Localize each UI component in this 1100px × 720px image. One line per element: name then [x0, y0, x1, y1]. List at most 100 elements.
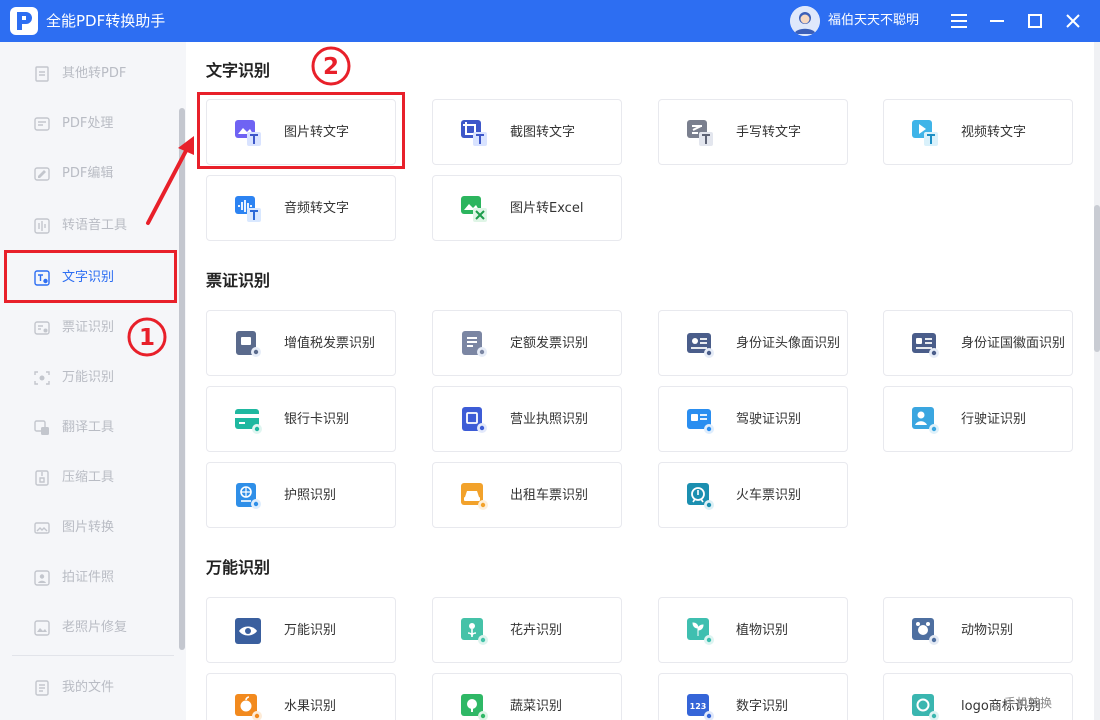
card-label: 营业执照识别	[510, 412, 589, 427]
bank-card-card[interactable]: 银行卡识别	[206, 386, 396, 452]
translate-icon	[34, 420, 50, 436]
id-card-front-card[interactable]: 身份证头像面识别	[658, 310, 848, 376]
card-label: 出租车票识别	[510, 488, 589, 503]
my-files-icon	[34, 680, 50, 696]
vegetable-ocr-card[interactable]: 蔬菜识别	[432, 673, 622, 720]
video-to-text-card[interactable]: 视频转文字	[883, 99, 1073, 165]
app-logo-icon	[10, 7, 38, 35]
handwriting-to-text-card[interactable]: 手写转文字	[658, 99, 848, 165]
sidebar-item-my-files[interactable]: 我的文件	[12, 668, 174, 708]
svg-text:123: 123	[690, 702, 707, 711]
vegetable-icon	[459, 692, 489, 720]
svg-text:2: 2	[323, 54, 339, 80]
sidebar-item-label: 图片转换	[62, 520, 115, 535]
annotation-marker-1: 1	[126, 316, 168, 358]
svg-text:1: 1	[139, 325, 155, 351]
sidebar-item-pdf-edit[interactable]: PDF编辑	[12, 154, 174, 194]
card-label: 护照识别	[284, 488, 337, 503]
main-scrollbar-track[interactable]	[1094, 42, 1100, 720]
business-license-icon	[459, 405, 489, 435]
card-label: 动物识别	[961, 623, 1014, 638]
avatar[interactable]	[790, 6, 820, 36]
fruit-ocr-card[interactable]: 水果识别	[206, 673, 396, 720]
audio-to-text-card[interactable]: 音频转文字	[206, 175, 396, 241]
id-card-front-icon	[685, 329, 715, 359]
id-card-back-icon	[910, 329, 940, 359]
card-label: 蔬菜识别	[510, 699, 563, 714]
fixed-invoice-icon	[459, 329, 489, 359]
main-scrollbar-thumb[interactable]	[1094, 205, 1100, 352]
sidebar-item-label: 压缩工具	[62, 470, 115, 485]
eye-scan-icon	[233, 616, 263, 646]
sidebar-item-translate[interactable]: 翻译工具	[12, 408, 174, 448]
card-label: 植物识别	[736, 623, 789, 638]
card-label: 手写转文字	[736, 125, 802, 140]
plant-icon	[685, 616, 715, 646]
fruit-icon	[233, 692, 263, 720]
sidebar-item-universal-ocr[interactable]: 万能识别	[12, 358, 174, 398]
pdf-file-icon	[34, 66, 50, 82]
driver-license-card[interactable]: 驾驶证识别	[658, 386, 848, 452]
taxi-receipt-card[interactable]: 出租车票识别	[432, 462, 622, 528]
sidebar-item-photo-repair[interactable]: 老照片修复	[12, 608, 174, 648]
universal-ocr-card[interactable]: 万能识别	[206, 597, 396, 663]
menu-icon[interactable]	[947, 9, 971, 33]
card-label: 万能识别	[284, 623, 337, 638]
username[interactable]: 福伯天天不聪明	[828, 12, 919, 30]
sidebar-item-label: 转语音工具	[62, 218, 128, 233]
annotation-marker-2: 2	[310, 45, 352, 87]
flower-ocr-card[interactable]: 花卉识别	[432, 597, 622, 663]
sidebar-item-label: 其他转PDF	[62, 66, 127, 81]
sidebar-item-label: 我的文件	[62, 680, 115, 695]
card-label: 驾驶证识别	[736, 412, 802, 427]
taxi-receipt-icon	[459, 481, 489, 511]
pdf-edit-icon	[34, 166, 50, 182]
animal-ocr-card[interactable]: 动物识别	[883, 597, 1073, 663]
sidebar-item-label: PDF处理	[62, 116, 114, 131]
plant-ocr-card[interactable]: 植物识别	[658, 597, 848, 663]
sidebar-item-label: 拍证件照	[62, 570, 115, 585]
bank-card-icon	[233, 405, 263, 435]
screenshot-to-text-card[interactable]: 截图转文字	[432, 99, 622, 165]
vehicle-license-card[interactable]: 行驶证识别	[883, 386, 1073, 452]
card-label: 数字识别	[736, 699, 789, 714]
card-label: 火车票识别	[736, 488, 802, 503]
logo-icon	[910, 692, 940, 720]
title-bar: 全能PDF转换助手 福伯天天不聪明	[0, 0, 1100, 42]
fixed-invoice-card[interactable]: 定额发票识别	[432, 310, 622, 376]
highlight-box-card	[197, 92, 405, 169]
id-photo-icon	[34, 570, 50, 586]
sidebar-item-pdf-process[interactable]: PDF处理	[12, 104, 174, 144]
sidebar-item-compress[interactable]: 压缩工具	[12, 458, 174, 498]
train-ticket-card[interactable]: 火车票识别	[658, 462, 848, 528]
app-title: 全能PDF转换助手	[46, 12, 166, 30]
sidebar-scrollbar[interactable]	[179, 108, 185, 650]
card-label: 视频转文字	[961, 125, 1027, 140]
sidebar-item-image-convert[interactable]: 图片转换	[12, 508, 174, 548]
maximize-icon[interactable]	[1023, 9, 1047, 33]
card-label: 身份证头像面识别	[736, 336, 841, 351]
sidebar-item-label: PDF编辑	[62, 166, 114, 181]
business-license-card[interactable]: 营业执照识别	[432, 386, 622, 452]
flower-icon	[459, 616, 489, 646]
card-label: 截图转文字	[510, 125, 576, 140]
sidebar-item-id-photo[interactable]: 拍证件照	[12, 558, 174, 598]
vat-invoice-card[interactable]: 增值税发票识别	[206, 310, 396, 376]
close-icon[interactable]	[1061, 9, 1085, 33]
sidebar-item-label: 万能识别	[62, 370, 115, 385]
minimize-icon[interactable]	[985, 9, 1009, 33]
sidebar-divider	[12, 655, 174, 656]
id-card-back-card[interactable]: 身份证国徽面识别	[883, 310, 1073, 376]
image-to-excel-card[interactable]: 图片转Excel	[432, 175, 622, 241]
passport-card[interactable]: 护照识别	[206, 462, 396, 528]
driver-license-icon	[685, 405, 715, 435]
card-label: 银行卡识别	[284, 412, 350, 427]
number-icon: 123	[685, 692, 715, 720]
sidebar-item-label: 票证识别	[62, 320, 115, 335]
sidebar-item-voice-tool[interactable]: 转语音工具	[12, 206, 174, 246]
sidebar-item-other-to-pdf[interactable]: 其他转PDF	[12, 54, 174, 94]
audio-to-text-icon	[233, 194, 263, 224]
card-label: 定额发票识别	[510, 336, 589, 351]
card-label: 音频转文字	[284, 201, 350, 216]
number-ocr-card[interactable]: 123 数字识别	[658, 673, 848, 720]
